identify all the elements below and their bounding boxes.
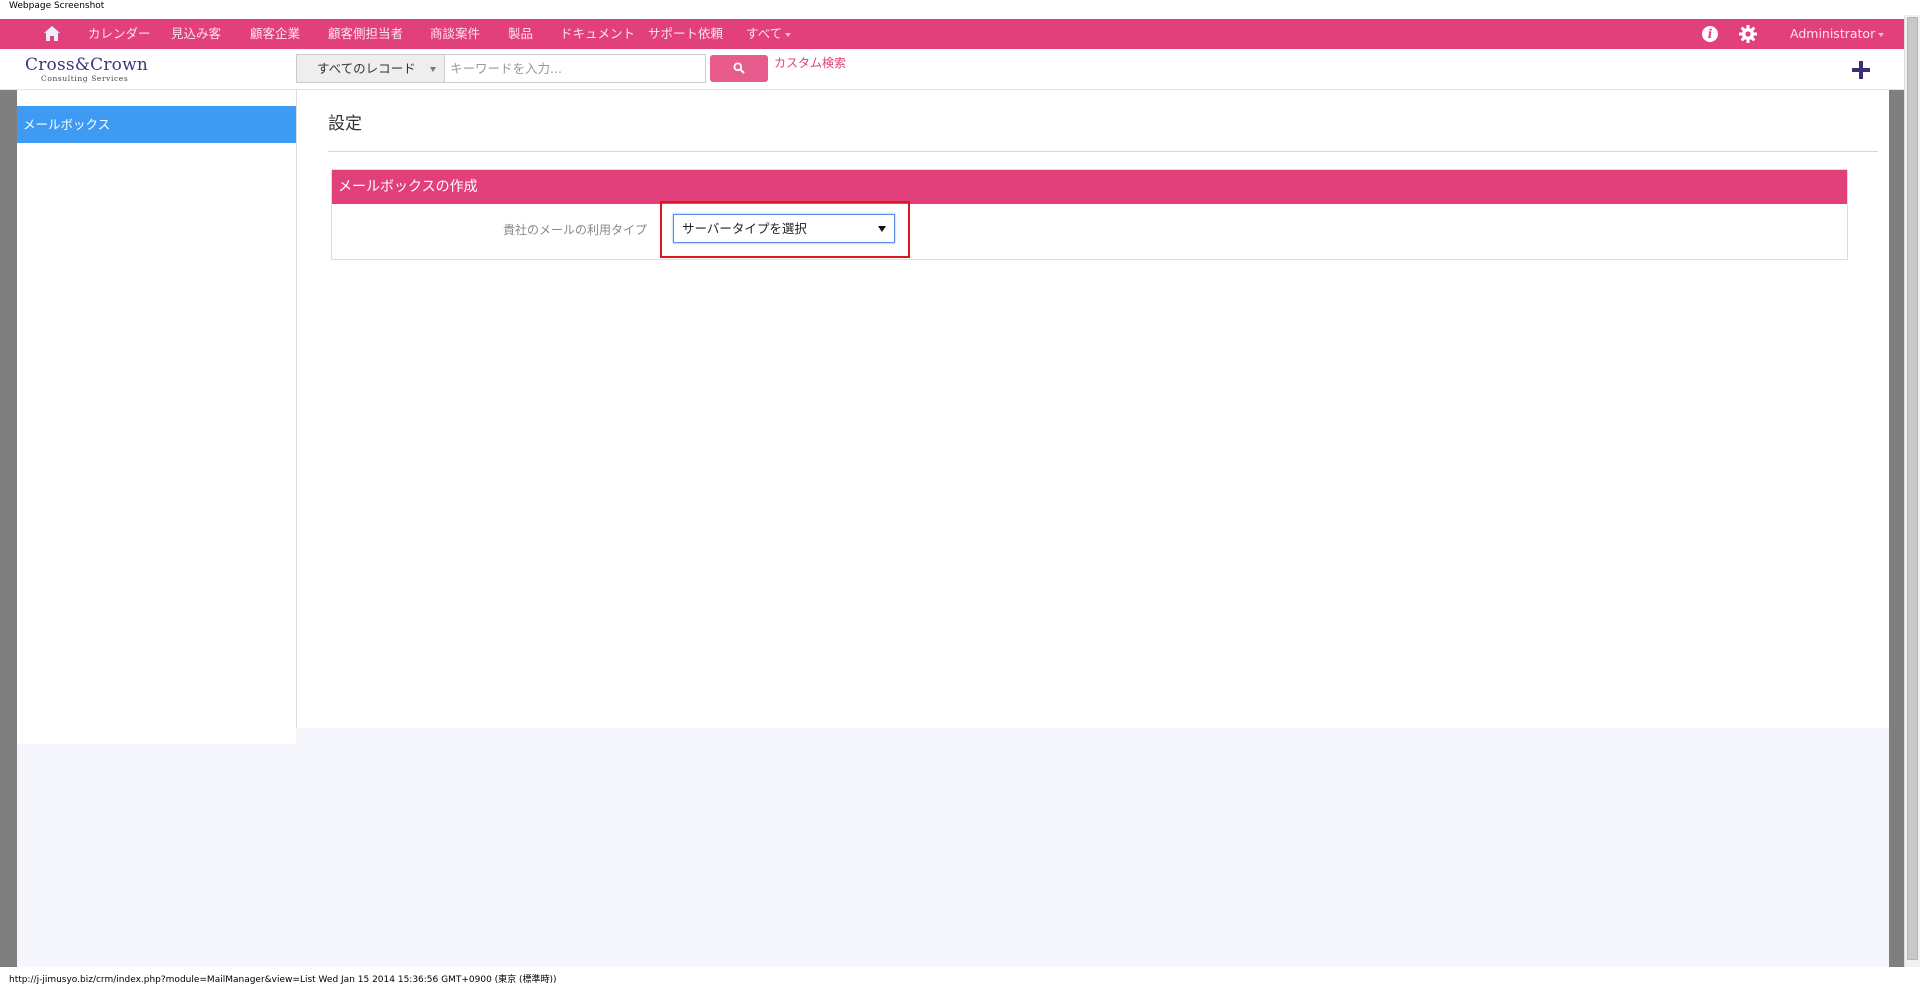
chevron-down-icon [1878, 32, 1885, 37]
gear-icon[interactable] [1738, 24, 1758, 44]
create-mailbox-panel: メールボックスの作成 貴社のメールの利用タイプ サーバータイプを選択 [331, 169, 1848, 260]
logo-line1: Cross&Crown [25, 55, 149, 75]
page-margin-right [1889, 90, 1904, 967]
panel-heading: メールボックスの作成 [332, 170, 1847, 204]
custom-search-link[interactable]: カスタム検索 [774, 55, 846, 71]
sidebar-item-mailbox[interactable]: メールボックス [17, 106, 296, 143]
chevron-down-icon [430, 67, 436, 72]
user-menu[interactable]: Administrator [1790, 19, 1885, 49]
search-scope-value: すべてのレコード [317, 61, 416, 76]
search-icon [733, 62, 745, 74]
sidebar: メールボックス [17, 90, 296, 744]
server-type-select[interactable]: サーバータイプを選択 [673, 214, 895, 243]
nav-calendar[interactable]: カレンダー [88, 19, 151, 49]
info-icon[interactable]: i [1702, 26, 1718, 42]
nav-opportunities[interactable]: 商談案件 [430, 19, 480, 49]
page-margin-left [0, 90, 17, 967]
main-content: 設定 メールボックスの作成 貴社のメールの利用タイプ サーバータイプを選択 [296, 90, 1889, 728]
nav-all-label: すべて [746, 26, 783, 41]
nav-leads[interactable]: 見込み客 [171, 19, 221, 49]
home-icon[interactable] [43, 25, 61, 42]
content-footer-area [296, 728, 1889, 744]
nav-products[interactable]: 製品 [508, 19, 533, 49]
nav-contacts[interactable]: 顧客側担当者 [328, 19, 403, 49]
status-bar: http://j-jimusyo.biz/crm/index.php?modul… [0, 967, 1920, 987]
search-header: Cross&Crown Consulting Services すべてのレコード… [0, 49, 1904, 90]
window-caption: Webpage Screenshot [9, 1, 105, 11]
scrollbar-thumb[interactable] [1907, 17, 1918, 960]
sidebar-item-label: メールボックス [23, 117, 111, 132]
vertical-scrollbar[interactable] [1904, 15, 1920, 967]
server-type-value: サーバータイプを選択 [682, 221, 807, 236]
nav-documents[interactable]: ドキュメント [560, 19, 635, 49]
page-title: 設定 [328, 114, 362, 134]
logo-line2: Consulting Services [41, 74, 129, 83]
plus-icon[interactable] [1852, 61, 1870, 79]
company-logo[interactable]: Cross&Crown Consulting Services [25, 56, 165, 84]
search-button[interactable] [710, 55, 768, 82]
nav-all-menu[interactable]: すべて [746, 19, 792, 49]
title-divider [328, 151, 1878, 152]
search-scope-select[interactable]: すべてのレコード [296, 54, 445, 83]
page-footer-area [17, 744, 1889, 967]
mail-type-label: 貴社のメールの利用タイプ [502, 223, 647, 237]
status-url: http://j-jimusyo.biz/crm/index.php?modul… [9, 975, 557, 985]
nav-support-tickets[interactable]: サポート依頼 [648, 19, 723, 49]
nav-accounts[interactable]: 顧客企業 [250, 19, 300, 49]
search-input[interactable] [445, 54, 706, 83]
top-navigation-bar: カレンダー 見込み客 顧客企業 顧客側担当者 商談案件 製品 ドキュメント サポ… [0, 19, 1904, 49]
user-name: Administrator [1790, 26, 1876, 41]
chevron-down-icon [785, 32, 792, 37]
dropdown-arrow-icon [878, 226, 886, 232]
